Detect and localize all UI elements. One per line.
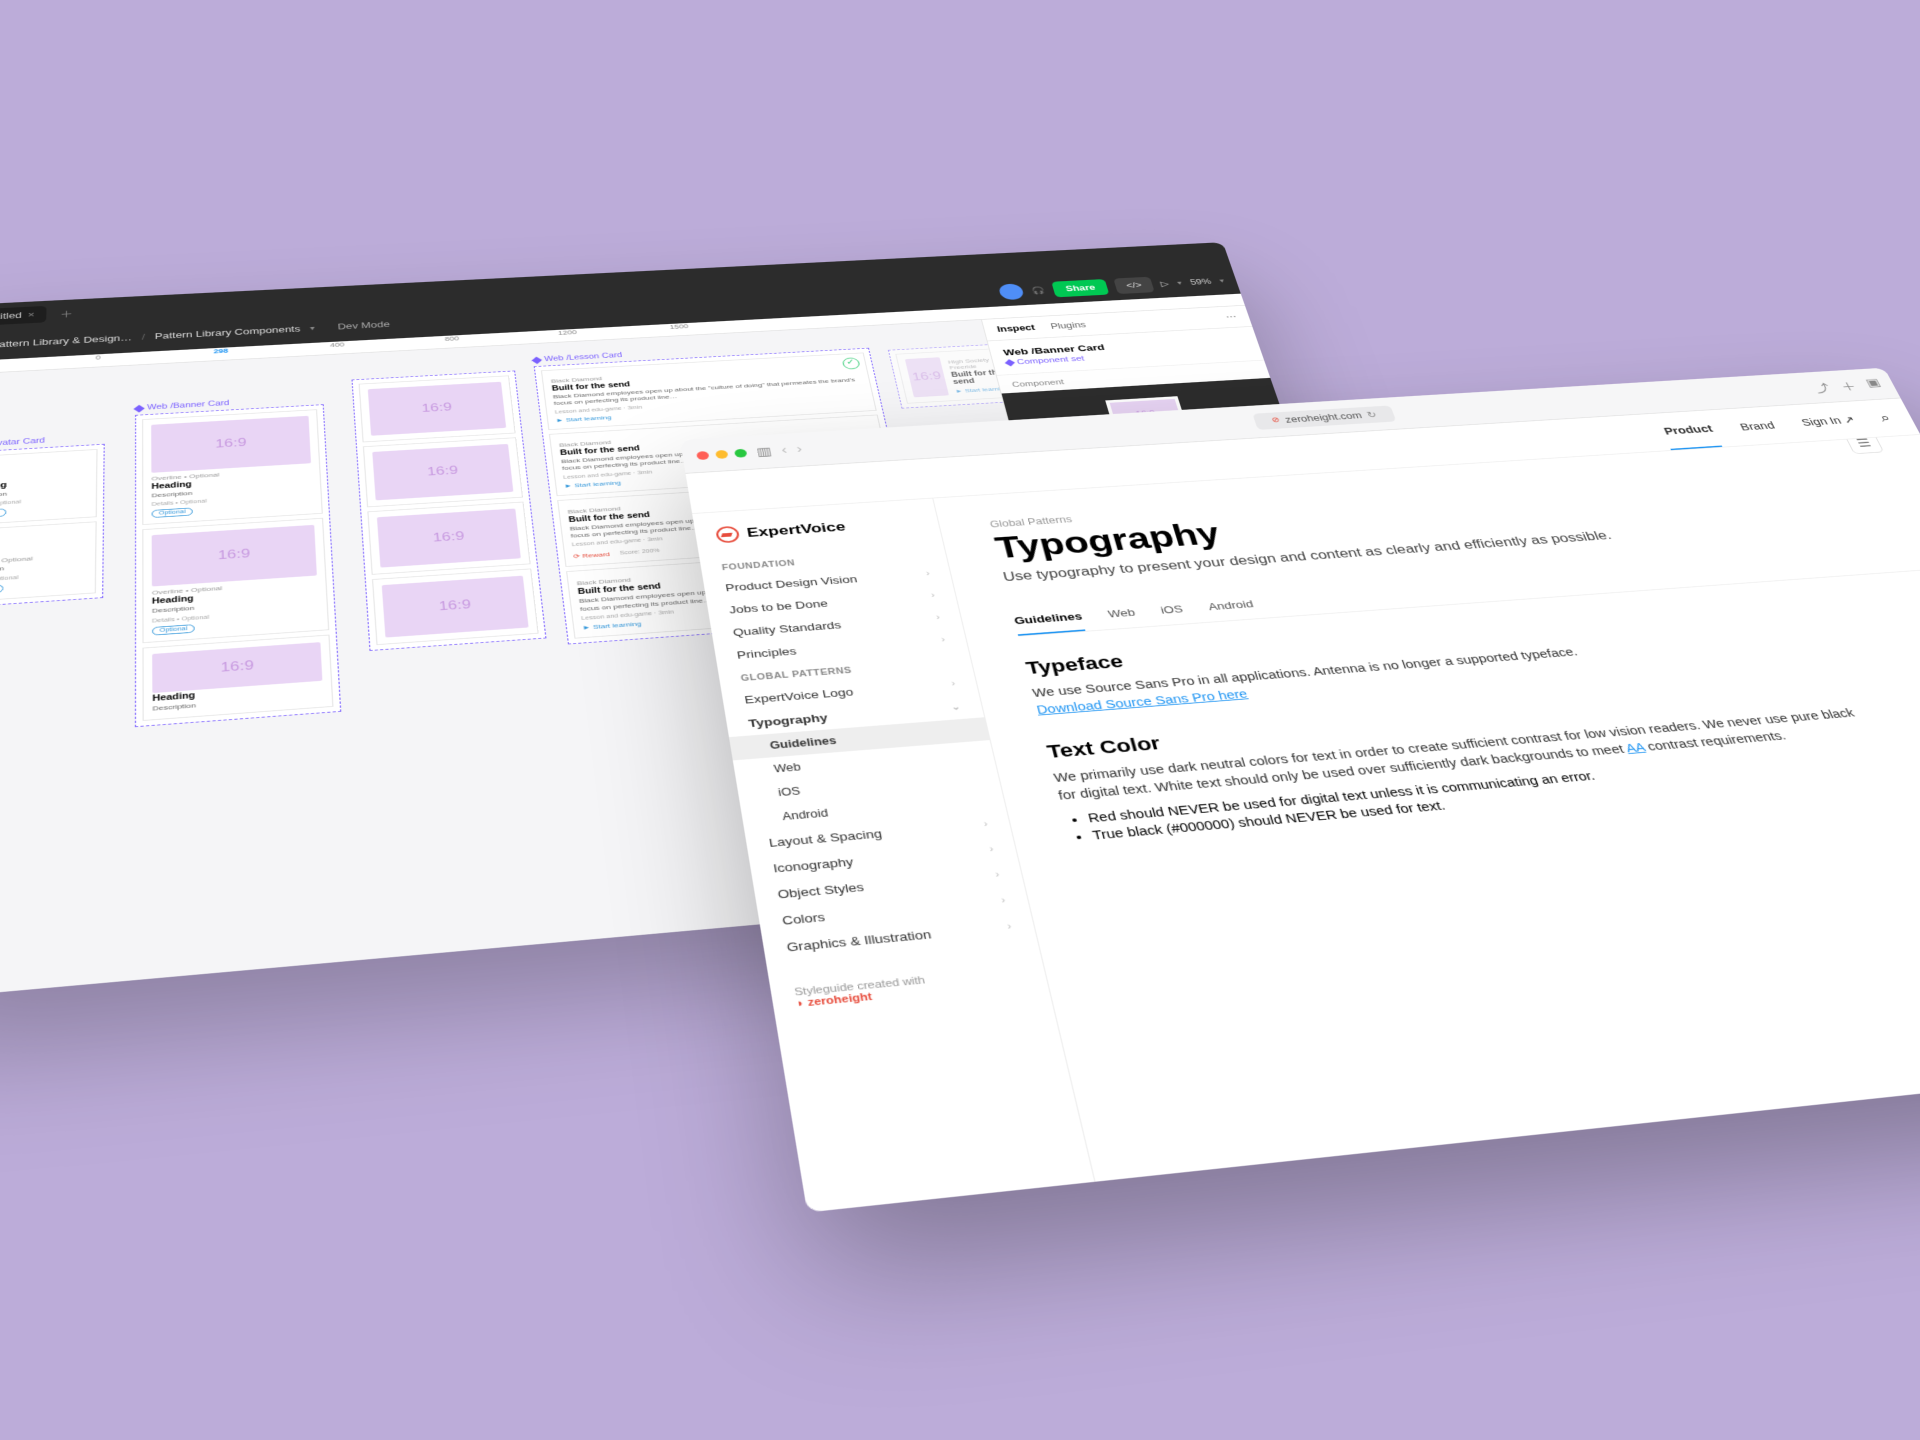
card-variant[interactable]: 16:9 Overline • Optional Heading Descrip… (142, 409, 323, 525)
logo-icon (715, 526, 740, 544)
refresh-icon[interactable]: ↻ (1365, 409, 1378, 419)
tab-android[interactable]: Android (1204, 591, 1257, 622)
new-tab-icon[interactable]: ＋ (60, 307, 73, 320)
chevron-down-icon: ⌄ (951, 703, 962, 713)
minimize-icon[interactable] (715, 449, 728, 458)
page-content: ☰ Global Patterns Typography Use typogra… (933, 435, 1920, 1182)
card-variant[interactable]: 16:9 Heading Description Details • Optio… (0, 449, 98, 526)
chevron-right-icon[interactable]: › (795, 443, 803, 456)
zoom-value[interactable]: 59% (1189, 277, 1213, 286)
dev-toggle[interactable]: </> (1114, 277, 1155, 294)
close-icon[interactable]: × (28, 310, 35, 319)
tab-inspect[interactable]: Inspect (996, 323, 1036, 334)
chevron-right-icon: › (925, 570, 930, 578)
avatar[interactable] (998, 283, 1025, 300)
card-variant[interactable]: 16:9 Overline • Optional Description Det… (0, 522, 97, 603)
chevron-down-icon[interactable]: ▾ (1176, 280, 1183, 287)
more-icon[interactable]: ⋯ (1224, 312, 1237, 321)
traffic-lights[interactable] (696, 448, 747, 459)
tabs-icon[interactable]: ▣ (1863, 376, 1884, 392)
component-icon (133, 405, 144, 413)
tab-plugins[interactable]: Plugins (1050, 320, 1087, 330)
content-tabs: Guidelines Web iOS Android (1011, 542, 1920, 637)
chevron-left-icon[interactable]: ‹ (780, 444, 788, 457)
new-tab-icon[interactable]: ＋ (1837, 377, 1859, 393)
external-link-icon: ↗ (1841, 414, 1857, 425)
headphones-icon[interactable]: 🎧 (1030, 286, 1046, 295)
card-variant[interactable]: 16:9 Overline • Optional Heading Descrip… (142, 518, 329, 643)
figma-tab-title: Untitled (0, 311, 22, 322)
breadcrumb-file[interactable]: Pattern Library Components (155, 324, 301, 341)
maximize-icon[interactable] (734, 448, 747, 457)
chevron-down-icon[interactable]: ▾ (310, 325, 315, 332)
card-variant[interactable]: 16:9 Heading Description (142, 634, 333, 721)
play-icon[interactable]: ▷ (1159, 279, 1170, 288)
component-icon (531, 356, 542, 363)
share-button[interactable]: Share (1051, 279, 1109, 297)
card-variant[interactable]: 16:9 (372, 569, 539, 646)
search-icon[interactable]: ⌕ (1877, 411, 1893, 425)
card-variant[interactable]: 16:9 (359, 375, 516, 442)
card-variant[interactable]: 16:9 (367, 502, 530, 575)
sidebar-toggle-icon[interactable]: ▥ (755, 444, 773, 459)
tab-product[interactable]: Product (1655, 411, 1723, 450)
dev-mode-label: Dev Mode (337, 320, 390, 332)
figma-tab[interactable]: ▦ Untitled × (0, 306, 47, 327)
tab-ios[interactable]: iOS (1157, 596, 1187, 626)
browser-window: ▥ ‹ › ⊘ zeroheight.com ↻ ⤴ ＋ ▣ Product B… (680, 368, 1920, 1213)
address-bar[interactable]: ⊘ zeroheight.com ↻ (1252, 405, 1396, 429)
chevron-down-icon[interactable]: ▾ (1219, 277, 1226, 284)
close-icon[interactable] (696, 451, 709, 460)
tab-guidelines[interactable]: Guidelines (1011, 603, 1086, 636)
breadcrumb-project[interactable]: …Pattern Library & Design… (0, 333, 132, 350)
sidebar-footer: Styleguide created with ◗ zeroheight (768, 949, 1052, 1027)
signin-link[interactable]: Sign In ↗ (1792, 402, 1866, 440)
lock-icon: ⊘ (1271, 416, 1281, 424)
component-icon (1005, 359, 1015, 366)
card-variant[interactable]: 16:9 (363, 437, 523, 507)
tab-web[interactable]: Web (1104, 599, 1139, 629)
tab-brand[interactable]: Brand (1731, 408, 1785, 445)
share-icon[interactable]: ⤴ (1811, 379, 1833, 395)
